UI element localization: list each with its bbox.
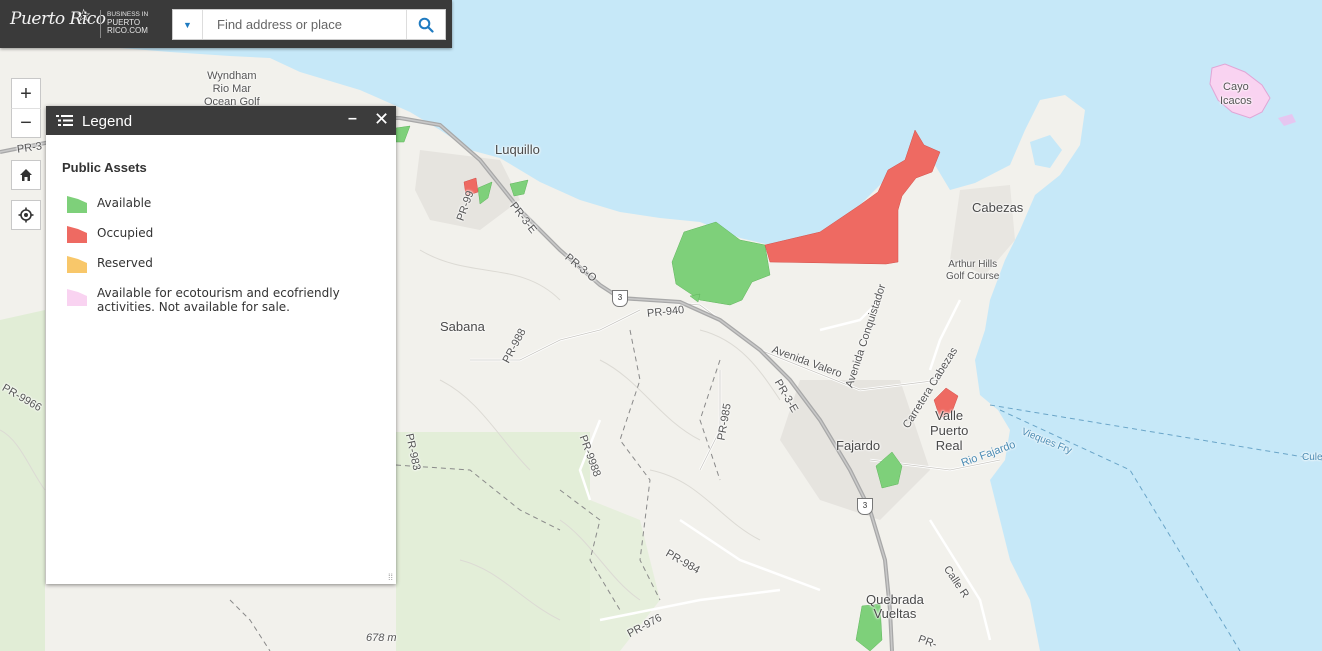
search-source-dropdown[interactable]: ▼ — [173, 10, 203, 39]
ecotourism-swatch — [67, 289, 87, 306]
legend-title: Legend — [82, 113, 133, 130]
place-luquillo: Luquillo — [495, 142, 540, 157]
legend-label-ecotourism: Available for ecotourism and ecofriendly… — [97, 286, 340, 314]
zoom-in-button[interactable]: + — [11, 78, 41, 109]
plus-icon: + — [20, 82, 32, 105]
search-button[interactable] — [406, 10, 445, 39]
app-header: Puerto Rico ☆ BUSINESS IN PUERTO RICO.CO… — [0, 0, 452, 48]
place-quebrada-vueltas: Quebrada Vueltas — [866, 593, 924, 621]
legend-titlebar[interactable]: Legend – ✕ — [46, 106, 396, 135]
place-valle-puerto-real: Valle Puerto Real — [930, 408, 968, 453]
place-valle-line2: Puerto — [930, 423, 969, 438]
star-icon: ☆ — [76, 6, 92, 25]
locate-icon — [18, 207, 34, 223]
logo-subtitle: BUSINESS IN PUERTO RICO.COM — [107, 11, 148, 35]
place-cayo-line1: Cayo — [1223, 81, 1249, 93]
logo-subtitle-line3: RICO.COM — [107, 25, 148, 35]
search-icon — [418, 17, 434, 33]
logo-divider — [100, 10, 101, 38]
label-cule: Cule — [1302, 452, 1322, 463]
place-wyndham: Wyndham Rio Mar Ocean Golf — [204, 70, 260, 109]
place-arthur-hills-line2: Golf Course — [946, 271, 1000, 282]
legend-item-occupied: Occupied — [62, 224, 380, 243]
locate-button[interactable] — [11, 200, 41, 230]
legend-body: Public Assets Available Occupied Reserve… — [46, 160, 396, 314]
available-swatch — [67, 196, 87, 213]
place-wyndham-line1: Wyndham — [207, 70, 257, 82]
legend-panel: Legend – ✕ Public Assets Available Occup… — [46, 106, 396, 584]
forest-south — [396, 432, 590, 651]
label-elevation: 678 m — [366, 632, 397, 644]
highway-shield-3-b: 3 — [857, 498, 873, 515]
minimize-icon[interactable]: – — [348, 110, 357, 128]
place-cayo-icacos: Cayo Icacos — [1220, 80, 1252, 108]
legend-label-occupied: Occupied — [97, 226, 154, 240]
place-sabana: Sabana — [440, 319, 485, 334]
place-wyndham-line2: Rio Mar — [212, 83, 252, 95]
zoom-out-button[interactable]: − — [11, 108, 41, 138]
place-cabezas: Cabezas — [972, 200, 1024, 215]
legend-item-reserved: Reserved — [62, 254, 380, 273]
place-quebrada-line1: Quebrada — [866, 592, 924, 607]
list-icon — [56, 115, 73, 126]
legend-label-reserved: Reserved — [97, 256, 153, 270]
legend-item-available: Available — [62, 194, 380, 213]
resize-handle-icon[interactable]: ⁞⁞ — [388, 572, 393, 582]
place-valle-line3: Real — [935, 438, 963, 453]
legend-layer-title: Public Assets — [62, 160, 147, 175]
place-arthur-hills: Arthur Hills Golf Course — [946, 259, 999, 283]
reserved-swatch — [67, 256, 87, 273]
caret-down-icon: ▼ — [183, 19, 192, 30]
legend-label-available: Available — [97, 196, 152, 210]
home-icon — [20, 169, 32, 181]
place-fajardo: Fajardo — [836, 438, 881, 453]
minus-icon: − — [20, 111, 32, 134]
search-input[interactable] — [205, 10, 405, 39]
occupied-swatch — [67, 226, 87, 243]
search-box: ▼ — [172, 9, 446, 40]
place-cayo-line2: Icacos — [1220, 95, 1252, 107]
place-arthur-hills-line1: Arthur Hills — [948, 259, 998, 270]
highway-shield-3-a: 3 — [612, 290, 628, 307]
place-valle-line1: Valle — [935, 408, 964, 423]
legend-item-ecotourism: Available for ecotourism and ecofriendly… — [62, 284, 380, 314]
place-quebrada-line2: Vueltas — [873, 606, 917, 621]
close-icon[interactable]: ✕ — [374, 109, 389, 130]
home-button[interactable] — [11, 160, 41, 190]
